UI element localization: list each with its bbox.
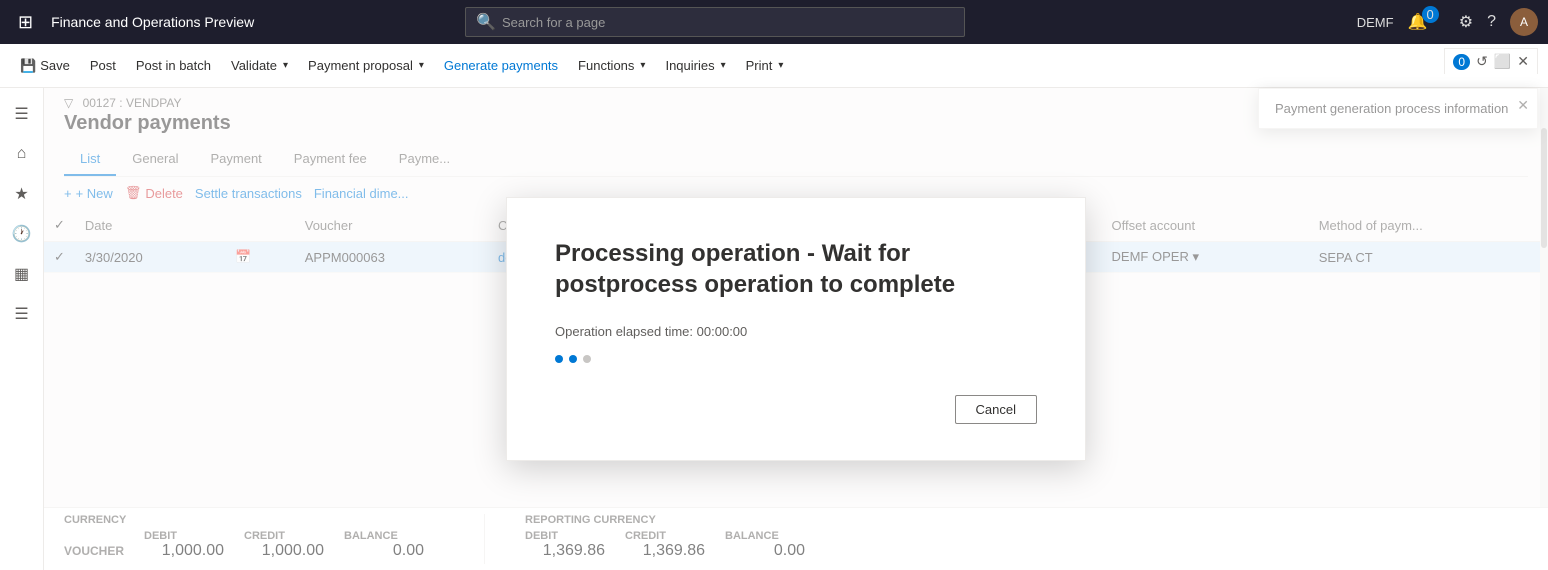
processing-modal: Processing operation - Wait for postproc… bbox=[506, 197, 1086, 461]
sidebar-item-home[interactable]: ⌂ bbox=[4, 136, 40, 172]
app-title: Finance and Operations Preview bbox=[51, 14, 254, 30]
restore-icon[interactable]: ⬜ bbox=[1494, 53, 1511, 70]
badge-count-icon[interactable]: 0 bbox=[1453, 54, 1470, 70]
functions-button[interactable]: Functions ▾ bbox=[570, 53, 653, 78]
modal-elapsed: Operation elapsed time: 00:00:00 bbox=[555, 324, 1037, 339]
search-icon: 🔍 bbox=[476, 12, 496, 32]
modal-footer: Cancel bbox=[555, 395, 1037, 424]
top-nav-right: DEMF 🔔0 ⚙ ? A bbox=[1357, 8, 1538, 36]
notification-badge: 0 bbox=[1422, 6, 1439, 23]
post-batch-button[interactable]: Post in batch bbox=[128, 53, 219, 78]
dot-2 bbox=[569, 355, 577, 363]
sidebar-item-workspaces[interactable]: ▦ bbox=[4, 256, 40, 292]
modal-cancel-button[interactable]: Cancel bbox=[955, 395, 1037, 424]
inquiries-dropdown-arrow: ▾ bbox=[721, 60, 726, 71]
validate-button[interactable]: Validate ▾ bbox=[223, 53, 296, 78]
modal-loading-dots bbox=[555, 355, 1037, 363]
sidebar-item-modules[interactable]: ☰ bbox=[4, 296, 40, 332]
sidebar-item-hamburger[interactable]: ☰ bbox=[4, 96, 40, 132]
notification-icon[interactable]: 🔔0 bbox=[1408, 12, 1445, 32]
main-content: ▽ 00127 : VENDPAY Vendor payments List G… bbox=[44, 88, 1548, 570]
main-layout: ☰ ⌂ ★ 🕐 ▦ ☰ ▽ 00127 : VENDPAY Vendor pay… bbox=[0, 88, 1548, 570]
top-icon-row: 0 ↺ ⬜ ✕ bbox=[1444, 48, 1538, 74]
search-input[interactable] bbox=[502, 15, 954, 30]
user-label[interactable]: DEMF bbox=[1357, 15, 1394, 30]
avatar[interactable]: A bbox=[1510, 8, 1538, 36]
print-button[interactable]: Print ▾ bbox=[738, 53, 792, 78]
post-button[interactable]: Post bbox=[82, 53, 124, 78]
print-dropdown-arrow: ▾ bbox=[778, 60, 783, 71]
top-navigation: ⊞ Finance and Operations Preview 🔍 DEMF … bbox=[0, 0, 1548, 44]
validate-dropdown-arrow: ▾ bbox=[283, 60, 288, 71]
dot-1 bbox=[555, 355, 563, 363]
dot-3 bbox=[583, 355, 591, 363]
elapsed-time-value: 00:00:00 bbox=[697, 324, 748, 339]
sidebar: ☰ ⌂ ★ 🕐 ▦ ☰ bbox=[0, 88, 44, 570]
payment-proposal-button[interactable]: Payment proposal ▾ bbox=[300, 53, 432, 78]
payment-proposal-dropdown-arrow: ▾ bbox=[419, 60, 424, 71]
waffle-icon[interactable]: ⊞ bbox=[10, 8, 41, 37]
sidebar-item-favorites[interactable]: ★ bbox=[4, 176, 40, 212]
command-bar: 💾 Save Post Post in batch Validate ▾ Pay… bbox=[0, 44, 1548, 88]
inquiries-button[interactable]: Inquiries ▾ bbox=[657, 53, 733, 78]
save-button[interactable]: 💾 Save bbox=[12, 53, 78, 79]
refresh-icon[interactable]: ↺ bbox=[1476, 53, 1488, 70]
help-icon[interactable]: ? bbox=[1487, 13, 1496, 31]
generate-payments-button[interactable]: Generate payments bbox=[436, 53, 566, 78]
search-bar[interactable]: 🔍 bbox=[465, 7, 965, 37]
sidebar-item-recent[interactable]: 🕐 bbox=[4, 216, 40, 252]
functions-dropdown-arrow: ▾ bbox=[640, 60, 645, 71]
modal-overlay: Processing operation - Wait for postproc… bbox=[44, 88, 1548, 570]
save-icon: 💾 bbox=[20, 58, 36, 74]
close-window-icon[interactable]: ✕ bbox=[1517, 53, 1529, 70]
modal-title: Processing operation - Wait for postproc… bbox=[555, 238, 1037, 300]
settings-icon[interactable]: ⚙ bbox=[1459, 12, 1473, 32]
